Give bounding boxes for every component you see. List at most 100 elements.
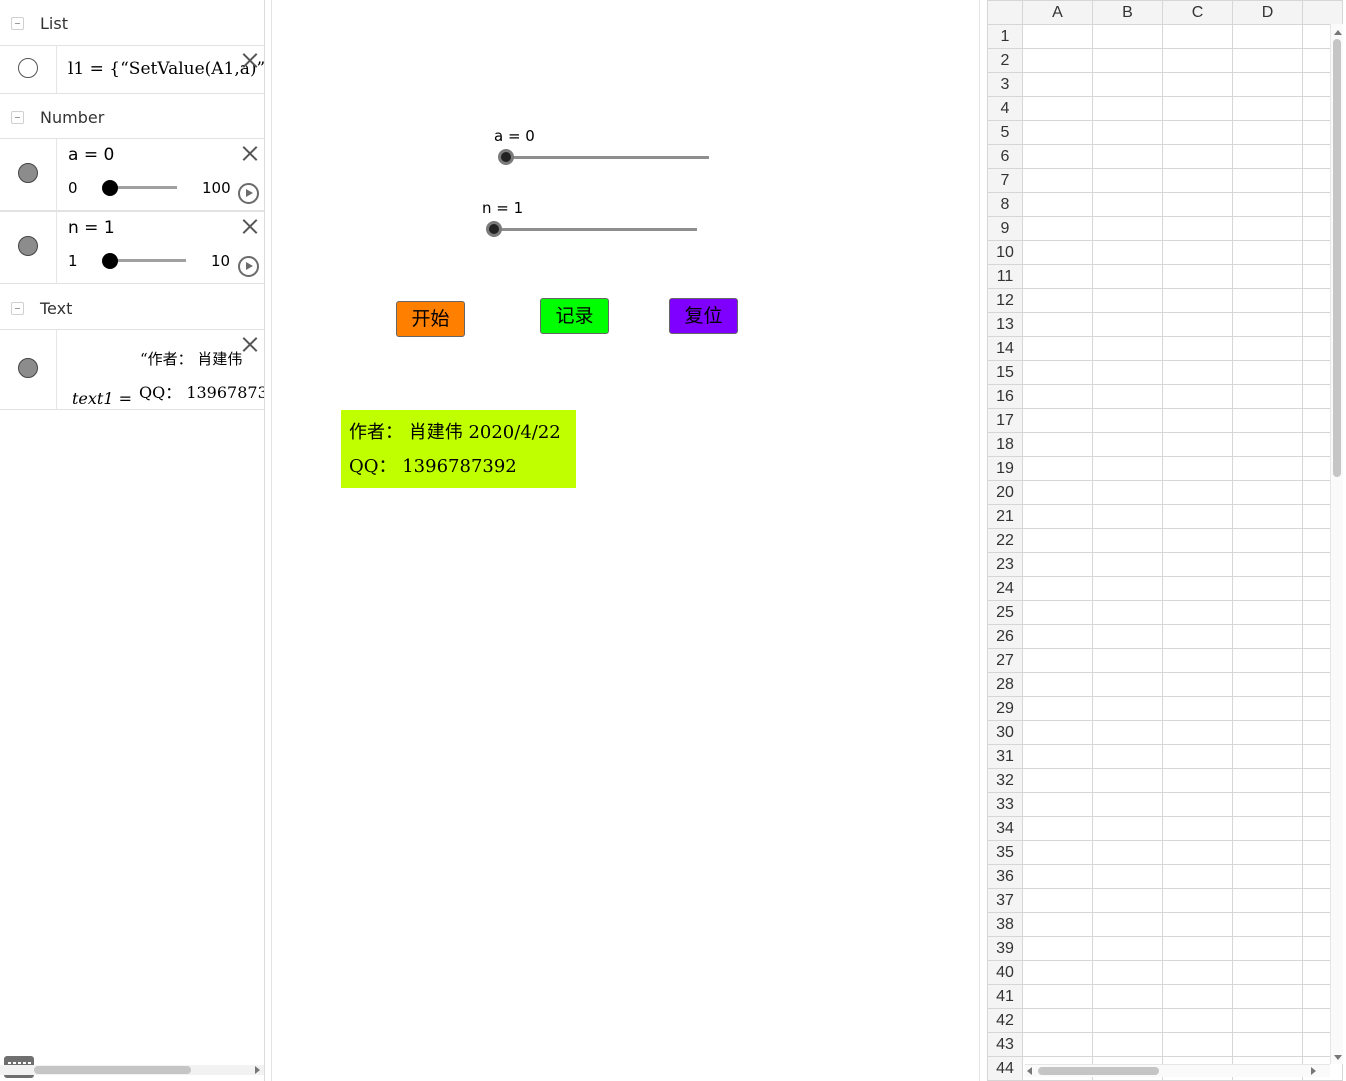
cell[interactable] [1232,984,1303,1009]
algebra-item-n[interactable]: n = 1 1 10 [0,211,264,284]
cell[interactable] [1092,1032,1163,1057]
cell[interactable] [1092,888,1163,913]
number-formula-n[interactable]: n = 1 [68,218,115,238]
cell[interactable] [1092,792,1163,817]
algebra-item-a[interactable]: a = 0 0 100 [0,138,264,211]
delete-icon[interactable] [241,336,258,353]
cell[interactable] [1232,864,1303,889]
author-text-box[interactable]: 作者： 肖建伟 2020/4/22 QQ： 1396787392 [341,410,576,488]
scrollbar-thumb[interactable] [1333,39,1341,477]
cell[interactable] [1162,480,1233,505]
cell[interactable] [1162,48,1233,73]
cell[interactable] [1092,72,1163,97]
cell[interactable] [1162,408,1233,433]
column-header[interactable]: A [1022,0,1093,25]
cell[interactable] [1022,648,1093,673]
cell[interactable] [1162,672,1233,697]
cell[interactable] [1022,96,1093,121]
cell[interactable] [1022,888,1093,913]
cell[interactable] [1022,600,1093,625]
cell[interactable] [1162,600,1233,625]
cell[interactable] [1022,624,1093,649]
row-header[interactable]: 11 [987,264,1023,289]
cell[interactable] [1232,24,1303,49]
cell[interactable] [1232,384,1303,409]
row-header[interactable]: 2 [987,48,1023,73]
collapse-icon[interactable] [11,302,24,315]
cell[interactable] [1162,96,1233,121]
row-header[interactable]: 5 [987,120,1023,145]
cell[interactable] [1092,600,1163,625]
cell[interactable] [1022,576,1093,601]
row-header[interactable]: 36 [987,864,1023,889]
cell[interactable] [1162,840,1233,865]
column-header[interactable] [1302,0,1343,25]
cell[interactable] [1232,120,1303,145]
cell[interactable] [1092,96,1163,121]
cell[interactable] [1232,192,1303,217]
cell[interactable] [1022,1008,1093,1033]
cell[interactable] [1232,624,1303,649]
start-button[interactable]: 开始 [396,301,465,337]
slider-track-n[interactable] [108,259,186,262]
row-header[interactable]: 10 [987,240,1023,265]
algebra-item-text1[interactable]: “作者： 肖建伟 QQ： 139678739 text1 = [0,329,264,410]
cell[interactable] [1162,144,1233,169]
scrollbar-thumb[interactable] [1038,1067,1159,1075]
cell[interactable] [1232,456,1303,481]
cell[interactable] [1232,1032,1303,1057]
row-header[interactable]: 32 [987,768,1023,793]
cell[interactable] [1092,984,1163,1009]
row-header[interactable]: 40 [987,960,1023,985]
row-header[interactable]: 21 [987,504,1023,529]
cell[interactable] [1092,240,1163,265]
cell[interactable] [1022,144,1093,169]
cell[interactable] [1162,888,1233,913]
play-icon[interactable] [238,183,259,204]
slider-knob-a[interactable] [102,180,118,196]
cell[interactable] [1162,72,1233,97]
cell[interactable] [1232,840,1303,865]
cell[interactable] [1022,408,1093,433]
cell[interactable] [1022,936,1093,961]
cell[interactable] [1162,456,1233,481]
cell[interactable] [1162,528,1233,553]
cell[interactable] [1232,720,1303,745]
cell[interactable] [1162,984,1233,1009]
cell[interactable] [1162,744,1233,769]
algebra-item-l1[interactable]: l1 = {“SetValue(A1,a)”} [0,45,264,94]
cell[interactable] [1092,24,1163,49]
cell[interactable] [1022,816,1093,841]
cell[interactable] [1092,336,1163,361]
cell[interactable] [1162,720,1233,745]
delete-icon[interactable] [241,145,258,162]
cell[interactable] [1232,960,1303,985]
cell[interactable] [1162,168,1233,193]
cell[interactable] [1162,960,1233,985]
cell[interactable] [1092,48,1163,73]
cell[interactable] [1162,552,1233,577]
cell[interactable] [1022,168,1093,193]
cell[interactable] [1022,360,1093,385]
row-header[interactable]: 44 [987,1056,1023,1081]
row-header[interactable]: 12 [987,288,1023,313]
cell[interactable] [1092,288,1163,313]
visibility-toggle[interactable] [18,236,38,256]
cell[interactable] [1092,672,1163,697]
cell[interactable] [1092,432,1163,457]
cell[interactable] [1092,960,1163,985]
row-header[interactable]: 37 [987,888,1023,913]
row-header[interactable]: 25 [987,600,1023,625]
slider-a-knob[interactable] [498,149,514,165]
cell[interactable] [1092,312,1163,337]
cell[interactable] [1232,792,1303,817]
cell[interactable] [1232,336,1303,361]
cell[interactable] [1022,456,1093,481]
group-header-number[interactable]: Number [0,94,264,140]
cell[interactable] [1022,792,1093,817]
cell[interactable] [1092,864,1163,889]
cell[interactable] [1232,600,1303,625]
cell[interactable] [1232,672,1303,697]
row-header[interactable]: 6 [987,144,1023,169]
cell[interactable] [1022,528,1093,553]
